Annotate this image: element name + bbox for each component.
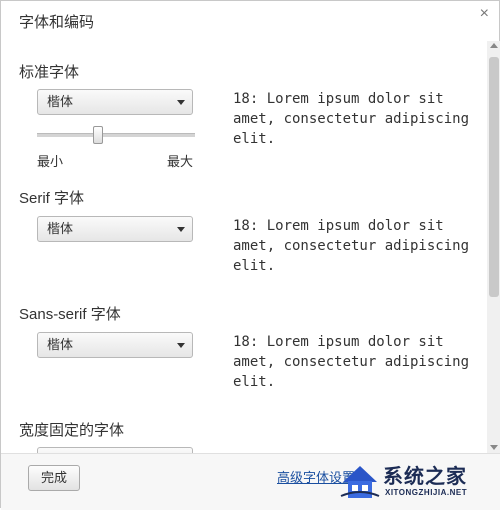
watermark-logo: 系统之家 XITONGZHIJIA.NET <box>339 458 499 506</box>
select-value: 楷体 <box>47 337 74 352</box>
slider-max-label: 最大 <box>167 154 194 169</box>
scroll-down-icon[interactable] <box>490 445 498 450</box>
house-logo-icon <box>340 466 380 498</box>
serif-font-preview: 18: Lorem ipsum dolor sit amet, consecte… <box>233 218 470 274</box>
watermark-site: XITONGZHIJIA.NET <box>385 488 468 497</box>
done-button[interactable]: 完成 <box>28 465 80 491</box>
sans-serif-font-select[interactable]: 楷体 <box>37 332 193 358</box>
scroll-up-icon[interactable] <box>490 43 498 48</box>
section-title-fixed-width: 宽度固定的字体 <box>19 422 125 439</box>
section-title-serif: Serif 字体 <box>19 190 85 207</box>
scrollbar-thumb[interactable] <box>489 57 499 297</box>
chevron-down-icon <box>177 343 185 348</box>
watermark-brand: 系统之家 <box>383 466 467 488</box>
chevron-down-icon <box>177 227 185 232</box>
standard-font-preview: 18: Lorem ipsum dolor sit amet, consecte… <box>233 91 470 147</box>
section-title-sans-serif: Sans-serif 字体 <box>19 306 121 323</box>
select-value: 楷体 <box>47 221 74 236</box>
font-size-slider-thumb[interactable] <box>93 126 103 144</box>
slider-min-label: 最小 <box>37 154 64 169</box>
vertical-scrollbar[interactable] <box>487 41 500 453</box>
close-icon[interactable]: × <box>480 5 489 23</box>
font-settings-dialog: 字体和编码 × 标准字体 楷体 18: Lorem ipsum dolor si… <box>0 0 500 510</box>
dialog-title: 字体和编码 <box>19 14 95 31</box>
serif-font-select[interactable]: 楷体 <box>37 216 193 242</box>
settings-content: 标准字体 楷体 18: Lorem ipsum dolor sit amet, … <box>1 41 487 453</box>
chevron-down-icon <box>177 100 185 105</box>
sans-serif-font-preview: 18: Lorem ipsum dolor sit amet, consecte… <box>233 334 470 390</box>
select-value: 楷体 <box>47 94 74 109</box>
standard-font-select[interactable]: 楷体 <box>37 89 193 115</box>
section-title-standard: 标准字体 <box>19 64 80 81</box>
font-size-slider-track[interactable] <box>37 133 195 137</box>
